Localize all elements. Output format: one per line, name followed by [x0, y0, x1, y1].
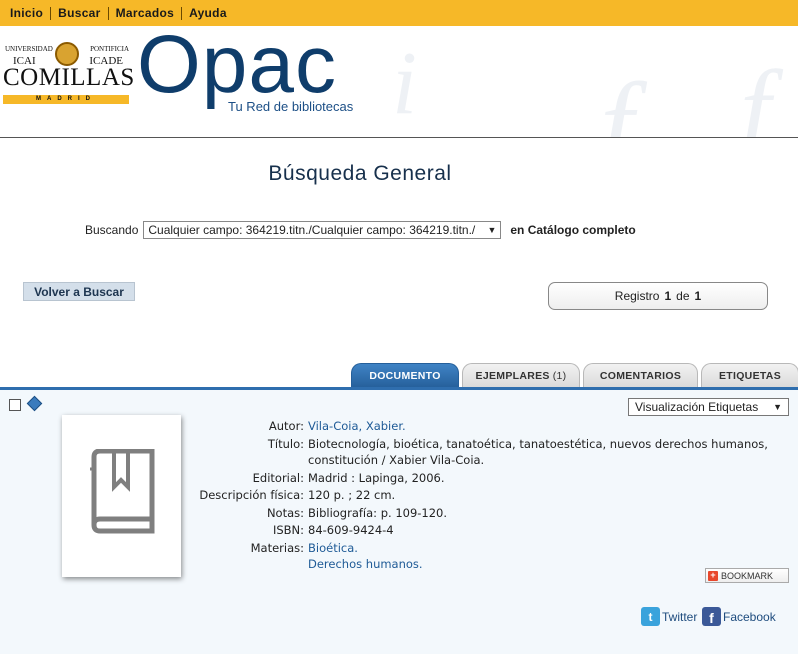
field-editorial: Editorial: Madrid : Lapinga, 2006. — [185, 470, 774, 487]
top-nav: Inicio Buscar Marcados Ayuda — [0, 0, 798, 26]
record-counter: Registro 1 de 1 — [548, 282, 768, 310]
back-to-search-button[interactable]: Volver a Buscar — [23, 282, 135, 301]
search-summary: Buscando Cualquier campo: 364219.titn./C… — [85, 221, 636, 239]
logo-text-comillas: COMILLAS — [3, 64, 135, 91]
search-scope: en Catálogo completo — [510, 223, 636, 237]
field-isbn: ISBN: 84-609-9424-4 — [185, 522, 774, 539]
facebook-share-link[interactable]: f Facebook — [702, 607, 776, 626]
field-label: ISBN: — [272, 523, 304, 537]
search-query-select[interactable]: Cualquier campo: 364219.titn./Cualquier … — [143, 221, 502, 239]
field-label: Editorial: — [252, 470, 304, 485]
bookmark-label: BOOKMARK — [721, 570, 774, 581]
record-prefix: Registro — [614, 289, 660, 303]
dropdown-arrow-icon: ▼ — [487, 225, 497, 235]
tab-etiquetas[interactable]: ETIQUETAS — [701, 363, 798, 388]
document-panel: Visualización Etiquetas ▼ Autor: Vila-Co… — [0, 387, 798, 654]
book-icon — [90, 449, 155, 534]
field-label: Materias: — [250, 540, 304, 555]
facebook-icon: f — [702, 607, 721, 626]
tab-label: COMENTARIOS — [599, 370, 682, 382]
opac-logo[interactable]: Opac — [137, 26, 337, 106]
field-label: Descripción física: — [199, 488, 304, 502]
field-value: Bibliografía: p. 109-120. — [308, 505, 448, 520]
field-value: 120 p. ; 22 cm. — [308, 488, 396, 502]
search-query-value: Cualquier campo: 364219.titn./Cualquier … — [148, 223, 476, 237]
record-total: 1 — [694, 289, 702, 303]
tag-icon[interactable] — [26, 395, 43, 412]
decorative-letter: f — [740, 48, 771, 138]
field-materias: Materias: Bioética. Derechos humanos. — [185, 540, 774, 573]
logo-text-madrid: MADRID — [3, 95, 129, 104]
university-logo[interactable]: UNIVERSIDAD PONTIFICIA ICAI ICADE COMILL… — [3, 42, 134, 122]
search-label: Buscando — [85, 223, 139, 237]
tab-documento[interactable]: DOCUMENTO — [351, 363, 459, 388]
select-record-checkbox[interactable] — [9, 399, 21, 411]
opac-subtitle: Tu Red de bibliotecas — [228, 99, 354, 114]
plus-icon: + — [708, 570, 718, 581]
twitter-label: Twitter — [662, 609, 698, 624]
field-autor: Autor: Vila-Coia, Xabier. — [185, 418, 774, 435]
view-mode-value: Visualización Etiquetas — [635, 400, 759, 414]
field-label: Autor: — [268, 419, 304, 433]
record-of: de — [676, 289, 690, 303]
bookmark-button[interactable]: + BOOKMARK — [705, 568, 789, 583]
nav-marcados-link[interactable]: Marcados — [109, 6, 181, 20]
facebook-label: Facebook — [723, 609, 776, 624]
book-cover — [62, 415, 181, 577]
record-fields: Autor: Vila-Coia, Xabier. Título: Biotec… — [185, 418, 774, 574]
field-notas: Notas: Bibliografía: p. 109-120. — [185, 505, 774, 522]
field-titulo: Título: Biotecnología, bioética, tanatoé… — [185, 436, 774, 469]
field-value: Madrid : Lapinga, 2006. — [308, 470, 445, 485]
twitter-icon: t — [641, 607, 660, 626]
record-current: 1 — [664, 289, 672, 303]
tab-comentarios[interactable]: COMENTARIOS — [583, 363, 698, 388]
subject-link[interactable]: Bioética. — [308, 540, 774, 557]
site-header: i f f UNIVERSIDAD PONTIFICIA ICAI ICADE … — [0, 26, 798, 138]
nav-ayuda-link[interactable]: Ayuda — [182, 6, 234, 20]
decorative-letter: f — [600, 58, 634, 138]
page-title: Búsqueda General — [268, 162, 452, 185]
record-tabs: DOCUMENTO EJEMPLARES (1) COMENTARIOS ETIQ… — [351, 363, 798, 388]
logo-text-universidad: UNIVERSIDAD — [5, 45, 53, 53]
view-mode-select[interactable]: Visualización Etiquetas ▼ — [628, 398, 789, 416]
decorative-letter: i — [392, 34, 418, 133]
tab-ejemplares[interactable]: EJEMPLARES (1) — [462, 363, 580, 388]
field-label: Notas: — [266, 505, 304, 520]
nav-inicio-link[interactable]: Inicio — [3, 6, 50, 20]
tab-label: EJEMPLARES — [475, 370, 550, 382]
field-label: Título: — [267, 436, 304, 451]
tab-label: DOCUMENTO — [369, 370, 441, 382]
dropdown-arrow-icon: ▼ — [773, 402, 782, 412]
author-link[interactable]: Vila-Coia, Xabier. — [308, 418, 774, 435]
field-value: Biotecnología, bioética, tanatoética, ta… — [308, 436, 768, 468]
nav-buscar-link[interactable]: Buscar — [51, 6, 108, 20]
tab-count: (1) — [552, 370, 567, 382]
logo-text-pontificia: PONTIFICIA — [90, 45, 129, 53]
field-value: 84-609-9424-4 — [308, 523, 394, 537]
tab-label: ETIQUETAS — [718, 370, 781, 382]
twitter-share-link[interactable]: t Twitter — [641, 607, 697, 626]
field-descripcion: Descripción física: 120 p. ; 22 cm. — [185, 487, 774, 504]
